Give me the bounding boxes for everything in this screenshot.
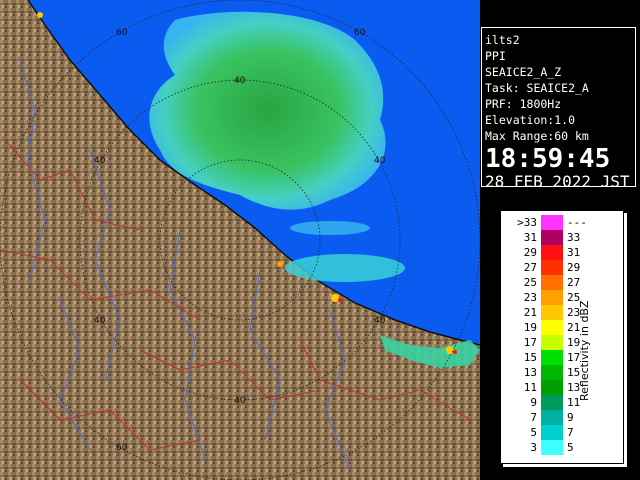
legend-color-swatch — [541, 335, 563, 350]
legend-lower-value: 7 — [530, 411, 537, 424]
legend-upper-value: 27 — [567, 276, 581, 289]
legend-upper-value: 7 — [567, 426, 574, 439]
legend-rows: >33 --- 31 33 29 31 27 29 25 27 23 25 21 23 19 21 17 19 15… — [501, 215, 623, 455]
legend-upper-value: 29 — [567, 261, 581, 274]
legend-lower-value: 13 — [523, 366, 537, 379]
legend-lower-value: 17 — [523, 336, 537, 349]
legend-lower-value: 15 — [523, 351, 537, 364]
max-range-value: Max Range:60 km — [485, 129, 589, 143]
legend-color-swatch — [541, 365, 563, 380]
legend-upper-value: 9 — [567, 411, 574, 424]
svg-text:40: 40 — [94, 156, 106, 166]
legend-row: 79 — [501, 410, 623, 425]
reflectivity-legend: >33 --- 31 33 29 31 27 29 25 27 23 25 21 23 19 21 17 19 15… — [500, 210, 624, 464]
legend-row: 35 — [501, 440, 623, 455]
legend-color-swatch — [541, 320, 563, 335]
legend-row: 27 29 — [501, 260, 623, 275]
legend-color-swatch — [541, 380, 563, 395]
legend-lower-value: 5 — [530, 426, 537, 439]
legend-color-swatch — [541, 440, 563, 455]
legend-row: 9 11 — [501, 395, 623, 410]
legend-row: 57 — [501, 425, 623, 440]
legend-color-swatch — [541, 215, 563, 230]
svg-text:40: 40 — [94, 316, 106, 326]
svg-text:60: 60 — [116, 443, 128, 453]
legend-row: 15 17 — [501, 350, 623, 365]
radar-map: 60 40 40 60 40 40 40 40 60 — [0, 0, 480, 480]
legend-color-swatch — [541, 275, 563, 290]
observation-time: 18:59:45 — [485, 144, 611, 174]
task-name: Task: SEAICE2_A — [485, 81, 589, 95]
legend-lower-value: 23 — [523, 291, 537, 304]
legend-row: 17 19 — [501, 335, 623, 350]
legend-lower-value: 29 — [523, 246, 537, 259]
legend-color-swatch — [541, 230, 563, 245]
svg-text:40: 40 — [234, 76, 246, 86]
legend-lower-value: 21 — [523, 306, 537, 319]
legend-lower-value: 3 — [530, 441, 537, 454]
legend-lower-value: 31 — [523, 231, 537, 244]
observation-date: 28 FEB 2022 JST — [485, 172, 630, 191]
legend-row: 11 13 — [501, 380, 623, 395]
legend-upper-value: 5 — [567, 441, 574, 454]
svg-text:40: 40 — [234, 396, 246, 406]
legend-row: >33 --- — [501, 215, 623, 230]
secondary-echo-band — [285, 254, 405, 282]
prf-value: PRF: 1800Hz — [485, 97, 562, 111]
legend-lower-value: 25 — [523, 276, 537, 289]
legend-row: 31 33 — [501, 230, 623, 245]
svg-text:60: 60 — [354, 28, 366, 38]
svg-text:40: 40 — [374, 316, 386, 326]
legend-lower-value: 9 — [530, 396, 537, 409]
product-name: SEAICE2_A_Z — [485, 65, 562, 79]
legend-color-swatch — [541, 260, 563, 275]
legend-title: Reflectivity in dBZ — [578, 300, 591, 401]
legend-color-swatch — [541, 395, 563, 410]
legend-lower-value: 11 — [523, 381, 537, 394]
legend-row: 29 31 — [501, 245, 623, 260]
legend-lower-value: >33 — [517, 216, 537, 229]
legend-upper-value: --- — [567, 216, 587, 229]
legend-upper-value: 33 — [567, 231, 581, 244]
svg-text:40: 40 — [374, 156, 386, 166]
legend-row: 13 15 — [501, 365, 623, 380]
legend-color-swatch — [541, 290, 563, 305]
legend-row: 21 23 — [501, 305, 623, 320]
legend-color-swatch — [541, 410, 563, 425]
legend-color-swatch — [541, 350, 563, 365]
echo-band-lower — [290, 221, 370, 235]
legend-color-swatch — [541, 425, 563, 440]
legend-row: 25 27 — [501, 275, 623, 290]
legend-lower-value: 19 — [523, 321, 537, 334]
display-mode: PPI — [485, 49, 506, 63]
legend-upper-value: 31 — [567, 246, 581, 259]
elevation-value: Elevation:1.0 — [485, 113, 576, 127]
legend-lower-value: 27 — [523, 261, 537, 274]
legend-row: 19 21 — [501, 320, 623, 335]
legend-color-swatch — [541, 305, 563, 320]
legend-row: 23 25 — [501, 290, 623, 305]
legend-color-swatch — [541, 245, 563, 260]
station-name: ilts2 — [485, 33, 520, 47]
radar-info-panel: ilts2 PPI SEAICE2_A_Z Task: SEAICE2_A PR… — [481, 27, 636, 191]
svg-text:60: 60 — [116, 28, 128, 38]
